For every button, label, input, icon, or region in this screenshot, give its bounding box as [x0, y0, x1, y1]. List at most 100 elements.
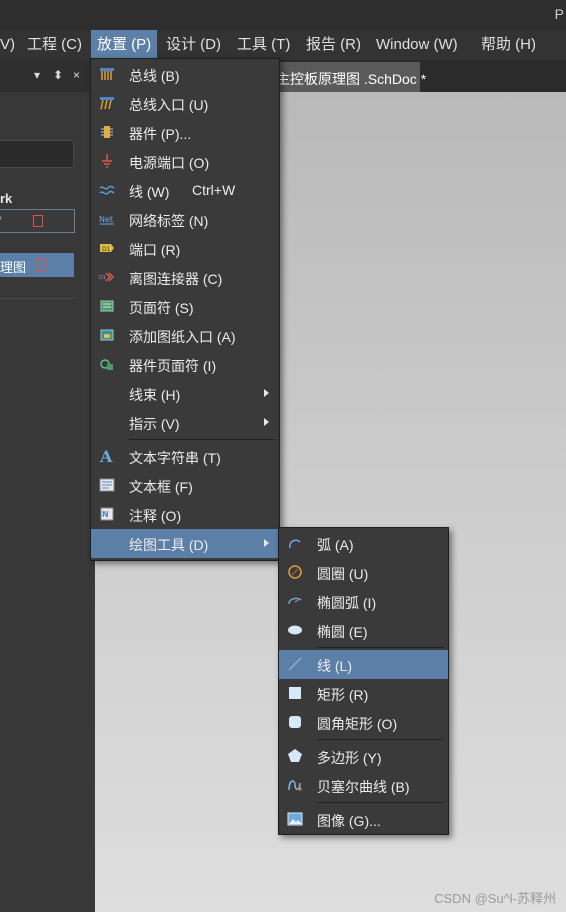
menu-item-label: 离图连接器 (C) [129, 271, 223, 287]
svg-text:Net: Net [99, 215, 113, 224]
menu-item-label: 文本字符串 (T) [129, 450, 221, 466]
menu-item-net-label[interactable]: Net 网络标签 (N) [91, 205, 279, 234]
menu-item-label: 总线入口 (U) [129, 97, 209, 113]
polygon-icon [288, 749, 302, 762]
menu-item-label: 文本框 (F) [129, 479, 193, 495]
menu-item-wire[interactable]: 线 (W) Ctrl+W [91, 176, 279, 205]
menu-item-note[interactable]: N 注释 (O) [91, 500, 279, 529]
menu-item-label: 总线 (B) [129, 68, 180, 84]
menu-item-add-sheet-entry[interactable]: 添加图纸入口 (A) [91, 321, 279, 350]
menu-item-label: 端口 (R) [129, 242, 181, 258]
text-string-icon: A [99, 448, 113, 464]
project-file-item[interactable]: * [0, 209, 75, 233]
menu-help[interactable]: 帮助 (H) [475, 30, 542, 60]
circle-icon [288, 565, 302, 579]
projects-panel: ▾ ⬍ × rk * 理图 [0, 60, 92, 912]
menu-tools[interactable]: 工具 (T) [231, 30, 296, 60]
pin-icon[interactable]: ⬍ [53, 68, 63, 82]
menu-item-round-rectangle[interactable]: 圆角矩形 (O) [279, 708, 448, 737]
elliptical-arc-icon [288, 597, 302, 605]
port-icon: D1 [100, 244, 114, 253]
bus-entry-icon [100, 97, 114, 110]
menu-item-label: 器件页面符 (I) [129, 358, 217, 374]
document-icon [36, 259, 46, 271]
menu-item-label: 添加图纸入口 (A) [129, 329, 236, 345]
menu-item-label: 页面符 (S) [129, 300, 194, 316]
bus-icon [100, 68, 114, 80]
menu-item-image[interactable]: 图像 (G)... [279, 805, 448, 834]
menu-bar: V) 工程 (C) 放置 (P) 设计 (D) 工具 (T) 报告 (R) Wi… [0, 30, 566, 60]
menu-item-bus-entry[interactable]: 总线入口 (U) [91, 89, 279, 118]
rectangle-icon [289, 687, 301, 699]
panel-search-input[interactable] [0, 140, 74, 168]
panel-header: ▾ ⬍ × [0, 60, 92, 92]
menu-item-drawing-tools[interactable]: 绘图工具 (D) [91, 529, 279, 558]
menu-item-power-port[interactable]: 电源端口 (O) [91, 147, 279, 176]
menu-item-label: 绘图工具 (D) [129, 537, 209, 553]
title-bar: P [0, 0, 566, 30]
menu-item-label: 注释 (O) [129, 508, 182, 524]
menu-item-label: 图像 (G)... [317, 813, 381, 829]
close-icon[interactable]: × [73, 68, 80, 82]
menu-separator [129, 439, 275, 440]
text-frame-icon [99, 478, 115, 492]
menu-item-label: 线束 (H) [129, 387, 181, 403]
menu-window[interactable]: Window (W) [370, 30, 464, 60]
power-port-icon [102, 154, 112, 168]
menu-item-arc[interactable]: 弧 (A) [279, 529, 448, 558]
menu-item-port[interactable]: D1 端口 (R) [91, 234, 279, 263]
submenu-arrow-icon [264, 389, 269, 397]
menu-item-bezier[interactable]: 贝塞尔曲线 (B) [279, 771, 448, 800]
menu-item-label: 圆圈 (U) [317, 566, 369, 582]
panel-menu-icon[interactable]: ▾ [34, 68, 40, 82]
svg-text:D1: D1 [102, 246, 111, 253]
menu-project[interactable]: 工程 (C) [21, 30, 88, 60]
menu-item-label: 指示 (V) [129, 416, 180, 432]
menu-design[interactable]: 设计 (D) [160, 30, 227, 60]
menu-item-text-frame[interactable]: 文本框 (F) [91, 471, 279, 500]
document-tab-title: 主控板原理图 .SchDoc * [276, 71, 427, 87]
watermark: CSDN @Su^l-苏释州 [434, 891, 556, 906]
schematic-file-item[interactable]: 理图 [0, 253, 74, 277]
menu-view[interactable]: V) [0, 30, 21, 60]
menu-place[interactable]: 放置 (P) [91, 30, 158, 60]
menu-item-label: 多边形 (Y) [317, 750, 382, 766]
menu-separator [317, 802, 444, 803]
menu-item-part[interactable]: 器件 (P)... [91, 118, 279, 147]
menu-item-shortcut: Ctrl+W [192, 182, 236, 198]
menu-item-sheet-symbol[interactable]: 页面符 (S) [91, 292, 279, 321]
menu-item-label: 贝塞尔曲线 (B) [317, 779, 410, 795]
drawing-tools-submenu: 弧 (A) 圆圈 (U) 椭圆弧 (I) 椭圆 (E) 线 (L) 矩形 (R)… [278, 527, 449, 835]
svg-text:N: N [102, 510, 109, 519]
document-tab[interactable]: 主控板原理图 .SchDoc * [268, 62, 426, 92]
menu-item-label: 圆角矩形 (O) [317, 716, 398, 732]
place-menu: 总线 (B) 总线入口 (U) 器件 (P)... 电源端口 (O) 线 (W)… [90, 58, 280, 561]
menu-item-label: 电源端口 (O) [129, 155, 210, 171]
sheet-symbol-icon [100, 300, 114, 312]
workspace-label: rk [0, 191, 13, 206]
menu-item-circle[interactable]: 圆圈 (U) [279, 558, 448, 587]
menu-item-text-string[interactable]: A 文本字符串 (T) [91, 442, 279, 471]
app-title-fragment: P [554, 6, 564, 22]
menu-item-polygon[interactable]: 多边形 (Y) [279, 742, 448, 771]
menu-item-label: 线 (L) [317, 658, 352, 674]
submenu-arrow-icon [264, 418, 269, 426]
menu-item-rectangle[interactable]: 矩形 (R) [279, 679, 448, 708]
line-icon [288, 657, 302, 671]
menu-item-ellipse[interactable]: 椭圆 (E) [279, 616, 448, 645]
menu-item-label: 矩形 (R) [317, 687, 369, 703]
menu-item-bus[interactable]: 总线 (B) [91, 60, 279, 89]
menu-item-elliptical-arc[interactable]: 椭圆弧 (I) [279, 587, 448, 616]
menu-item-off-sheet-connector[interactable]: D1 离图连接器 (C) [91, 263, 279, 292]
panel-divider [0, 298, 74, 299]
menu-reports[interactable]: 报告 (R) [300, 30, 367, 60]
menu-item-label: 弧 (A) [317, 537, 354, 553]
menu-item-line[interactable]: 线 (L) [279, 650, 448, 679]
device-sheet-symbol-icon [100, 359, 113, 370]
wire-icon [99, 185, 115, 195]
menu-item-device-sheet-symbol[interactable]: 器件页面符 (I) [91, 350, 279, 379]
round-rectangle-icon [289, 716, 301, 728]
net-label-icon: Net [99, 215, 114, 225]
menu-item-directives[interactable]: 指示 (V) [91, 408, 279, 437]
menu-item-harness[interactable]: 线束 (H) [91, 379, 279, 408]
